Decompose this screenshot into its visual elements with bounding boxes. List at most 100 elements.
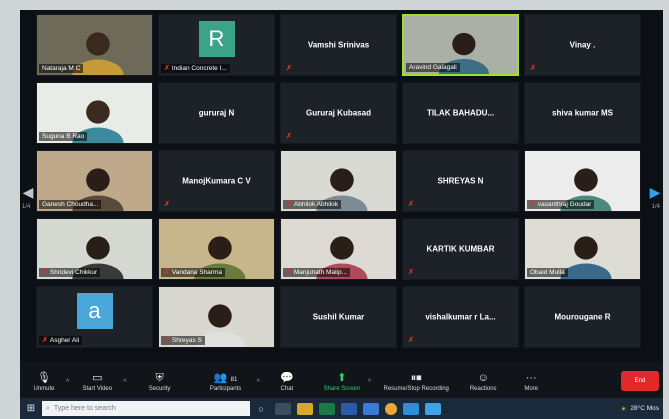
mic-muted-icon: ✗ bbox=[164, 269, 170, 276]
participant-name-label: Shridevi Chikkur bbox=[49, 269, 98, 276]
microphone-muted-icon: 🎙 bbox=[37, 372, 51, 384]
task-view-icon[interactable] bbox=[275, 402, 291, 415]
security-button[interactable]: ⛨ Security bbox=[127, 362, 193, 402]
mic-muted-icon: ✗ bbox=[164, 337, 170, 344]
participant-tile[interactable]: Gururaj Kubasad ✗ bbox=[280, 82, 397, 144]
participant-tile[interactable]: Ganesh Choudha... bbox=[36, 150, 153, 212]
participant-label: ✗ Shreyas S bbox=[161, 336, 205, 345]
edge-icon[interactable] bbox=[403, 402, 419, 415]
mic-muted-icon: ✗ bbox=[530, 201, 536, 208]
chrome-icon[interactable] bbox=[385, 402, 397, 415]
participant-tile[interactable]: R ✗ Indian Concrete I... bbox=[158, 14, 275, 76]
participant-label: Nataraja M C bbox=[39, 64, 84, 73]
participant-name-centered: ManojKumara C V bbox=[182, 176, 251, 186]
participant-name-centered: SHREYAS N bbox=[437, 176, 484, 186]
participant-name-centered: TILAK BAHADU... bbox=[426, 108, 495, 118]
record-button[interactable]: ⏸⏹ Resume/Stop Recording bbox=[371, 362, 461, 402]
participant-tile[interactable]: ✗ Manjunath Malip... bbox=[280, 218, 397, 280]
participant-tile[interactable]: vishalkumar r La... ✗ bbox=[402, 286, 519, 348]
participant-tile[interactable]: Sushil Kumar bbox=[280, 286, 397, 348]
participant-name-label: Asgher Ali bbox=[49, 337, 80, 344]
participant-tile[interactable]: ✗ vasanthraj Goudar bbox=[524, 150, 641, 212]
mic-muted-icon: ✗ bbox=[42, 337, 48, 344]
weather-text[interactable]: 28°C Mos bbox=[630, 405, 659, 412]
participant-name-centered: gururaj N bbox=[198, 108, 235, 118]
cortana-circle-icon[interactable]: ○ bbox=[253, 403, 269, 415]
more-button[interactable]: ··· More bbox=[505, 362, 557, 402]
participant-label: ✗ bbox=[161, 200, 173, 209]
participant-name-label: Shreyas S bbox=[171, 337, 202, 344]
zoom-app-icon[interactable] bbox=[363, 402, 379, 415]
participants-button[interactable]: 👥 81 Participants bbox=[193, 362, 259, 402]
zoom-meeting-window: ◀ 1/4 ▶ 1/4 Nataraja M C R ✗ Indian Concret… bbox=[20, 10, 663, 402]
participant-name-centered: Vamshi Srinivas bbox=[307, 40, 370, 50]
participant-name-centered: Sushil Kumar bbox=[312, 312, 365, 322]
participant-tile[interactable]: ✗ Shridevi Chikkur bbox=[36, 218, 153, 280]
page-indicator-left: 1/4 bbox=[22, 204, 31, 210]
system-tray: ☀ 28°C Mos bbox=[621, 405, 663, 413]
next-page-arrow-icon[interactable]: ▶ bbox=[649, 182, 661, 202]
participant-tile[interactable]: ✗ Shreyas S bbox=[158, 286, 275, 348]
search-icon: ⌕ bbox=[46, 404, 50, 412]
participant-tile[interactable]: gururaj N bbox=[158, 82, 275, 144]
share-screen-button[interactable]: ⬆ Share Screen bbox=[314, 362, 370, 402]
start-video-button[interactable]: ▭ Start Video bbox=[69, 362, 125, 402]
participant-tile[interactable]: Suguna B Rao bbox=[36, 82, 153, 144]
participant-tile[interactable]: a ✗ Asgher Ali bbox=[36, 286, 153, 348]
participant-name-label: Indian Concrete I... bbox=[171, 65, 227, 72]
participant-tile[interactable]: KARTIK KUMBAR ✗ bbox=[402, 218, 519, 280]
participant-label: ✗ bbox=[405, 336, 417, 345]
participant-label: ✗ Asgher Ali bbox=[39, 336, 83, 345]
mic-muted-icon: ✗ bbox=[286, 133, 292, 140]
reactions-button[interactable]: ☺ Reactions bbox=[461, 362, 505, 402]
participant-tile[interactable]: Vamshi Srinivas ✗ bbox=[280, 14, 397, 76]
unmute-button[interactable]: 🎙 Unmute bbox=[20, 362, 68, 402]
mic-muted-icon: ✗ bbox=[164, 65, 170, 72]
participant-name-label: Manjunath Malip... bbox=[293, 269, 347, 276]
chat-button[interactable]: 💬 Chat bbox=[260, 362, 314, 402]
gallery-view: Nataraja M C R ✗ Indian Concrete I... Vamshi… bbox=[36, 14, 641, 354]
participant-label: Obaid Mulla bbox=[527, 268, 568, 277]
participant-label: Ganesh Choudha... bbox=[39, 200, 102, 209]
windows-start-icon[interactable]: ⊞ bbox=[20, 398, 42, 419]
participant-tile[interactable]: Vinay . ✗ bbox=[524, 14, 641, 76]
excel-icon[interactable] bbox=[319, 402, 335, 415]
end-meeting-button[interactable]: End bbox=[621, 371, 659, 391]
participant-tile[interactable]: ✗ Vandana Sharma bbox=[158, 218, 275, 280]
participant-tile[interactable]: TILAK BAHADU... bbox=[402, 82, 519, 144]
word-icon[interactable] bbox=[341, 402, 357, 415]
participant-tile[interactable]: ✗ Abhilok Abhilok bbox=[280, 150, 397, 212]
previous-page-arrow-icon[interactable]: ◀ bbox=[22, 182, 34, 202]
participant-name-centered: shiva kumar MS bbox=[552, 108, 613, 118]
participant-name-centered: Gururaj Kubasad bbox=[306, 108, 371, 118]
participant-tile[interactable]: Aravind Galagali bbox=[402, 14, 519, 76]
mic-muted-icon: ✗ bbox=[42, 269, 48, 276]
shield-icon: ⛨ bbox=[155, 372, 164, 384]
file-explorer-icon[interactable] bbox=[297, 402, 313, 415]
participant-tile[interactable]: Obaid Mulla bbox=[524, 218, 641, 280]
mic-muted-icon: ✗ bbox=[286, 269, 292, 276]
participant-name-label: vasanthraj Goudar bbox=[537, 201, 592, 208]
pause-stop-icon: ⏸⏹ bbox=[410, 372, 422, 384]
participant-label: ✗ Abhilok Abhilok bbox=[283, 200, 341, 209]
weather-sun-icon: ☀ bbox=[620, 405, 627, 413]
taskbar-search-input[interactable]: ⌕ Type here to search bbox=[42, 401, 250, 416]
mic-muted-icon: ✗ bbox=[286, 65, 292, 72]
mic-muted-icon: ✗ bbox=[408, 337, 414, 344]
participant-label: ✗ vasanthraj Goudar bbox=[527, 200, 595, 209]
page-indicator-right: 1/4 bbox=[651, 204, 660, 210]
mic-muted-icon: ✗ bbox=[286, 201, 292, 208]
participant-tile[interactable]: Nataraja M C bbox=[36, 14, 153, 76]
participant-name-label: Ganesh Choudha... bbox=[42, 201, 99, 208]
participant-tile[interactable]: ManojKumara C V ✗ bbox=[158, 150, 275, 212]
participant-tile[interactable]: shiva kumar MS bbox=[524, 82, 641, 144]
participant-name-label: Vandana Sharma bbox=[171, 269, 222, 276]
mic-muted-icon: ✗ bbox=[408, 269, 414, 276]
share-screen-arrow-icon: ⬆ bbox=[337, 372, 347, 384]
mail-icon[interactable] bbox=[425, 402, 441, 415]
participant-tile[interactable]: Mourougane R bbox=[524, 286, 641, 348]
participant-tile[interactable]: SHREYAS N ✗ bbox=[402, 150, 519, 212]
mic-muted-icon: ✗ bbox=[164, 201, 170, 208]
participant-label: ✗ bbox=[405, 200, 417, 209]
participant-name-centered: Mourougane R bbox=[554, 312, 611, 322]
